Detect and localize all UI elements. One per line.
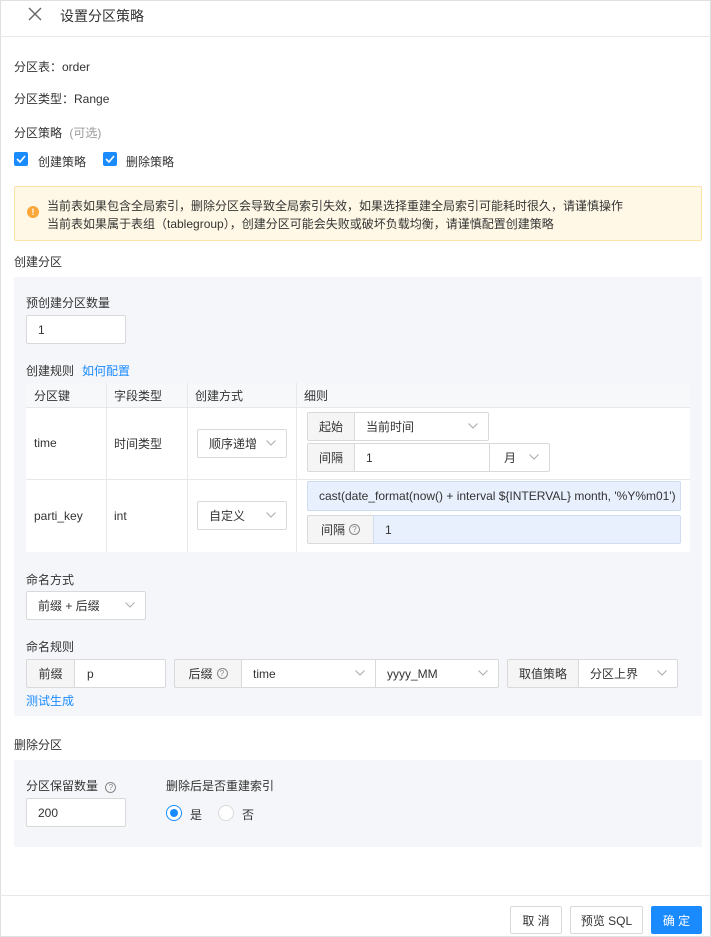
delete-strategy-checkbox[interactable] xyxy=(103,152,117,166)
keep-count-label: 分区保留数量 ? xyxy=(26,777,117,794)
row-time-type: 时间类型 xyxy=(114,436,163,451)
prefix-addon: 前缀 xyxy=(26,659,75,688)
naming-mode-select[interactable]: 前缀 + 后缀 xyxy=(26,591,146,620)
row-parti-type: int xyxy=(114,509,127,523)
value-strategy-value: 分区上界 xyxy=(590,667,639,681)
test-generate-link[interactable]: 测试生成 xyxy=(26,692,74,709)
chevron-down-icon xyxy=(266,439,276,446)
suffix-field-value: time xyxy=(253,666,276,681)
rebuild-no-label[interactable]: 否 xyxy=(242,806,254,823)
column-header: 创建方式 xyxy=(187,383,296,407)
naming-rule-label: 命名规则 xyxy=(26,640,75,654)
parti-interval-input[interactable]: 1 xyxy=(373,515,681,544)
partition-table-label: 分区表：order xyxy=(14,60,91,74)
interval-unit-select[interactable]: 月 xyxy=(489,443,550,472)
chevron-down-icon xyxy=(657,669,667,676)
rebuild-yes-label[interactable]: 是 xyxy=(190,806,202,823)
column-header: 细则 xyxy=(296,383,690,407)
keep-count-input[interactable]: 200 xyxy=(26,798,126,827)
start-addon: 起始 xyxy=(307,412,355,441)
row-time-key: time xyxy=(34,436,57,450)
create-rules-table: 分区键 字段类型 创建方式 细则 time 时间类型 顺序递增 起始 当前时间 … xyxy=(26,383,690,552)
partition-type-label: 分区类型：Range xyxy=(14,92,110,106)
suffix-addon: 后缀 ? xyxy=(174,659,242,688)
keep-count-text: 分区保留数量 xyxy=(26,779,99,793)
value-strategy-select[interactable]: 分区上界 xyxy=(578,659,678,688)
suffix-label: 后缀 xyxy=(188,667,213,681)
header-divider xyxy=(0,36,711,37)
alert-line-2: 当前表如果属于表组（tablegroup），创建分区可能会失败或破坏负载均衡，请… xyxy=(47,217,554,231)
warning-alert: ! 当前表如果包含全局索引，删除分区会导致全局索引失效，如果选择重建全局索引可能… xyxy=(14,186,702,241)
naming-mode-value: 前缀 + 后缀 xyxy=(38,599,100,613)
interval-addon: 间隔 xyxy=(307,443,355,472)
check-icon xyxy=(16,155,26,164)
parti-method-select[interactable]: 自定义 xyxy=(197,501,287,530)
column-header: 字段类型 xyxy=(106,383,187,407)
parti-method-value: 自定义 xyxy=(209,509,246,523)
delete-strategy-label[interactable]: 删除策略 xyxy=(126,153,174,170)
precreate-count-input[interactable]: 1 xyxy=(26,315,126,344)
start-value: 当前时间 xyxy=(366,420,415,434)
rebuild-index-label: 删除后是否重建索引 xyxy=(166,779,275,793)
parti-interval-label: 间隔 xyxy=(320,523,345,537)
create-section-title: 创建分区 xyxy=(14,255,63,269)
strategy-title: 分区策略 xyxy=(14,126,63,140)
delete-section-title: 删除分区 xyxy=(14,738,63,752)
chevron-down-icon xyxy=(266,511,276,518)
naming-mode-label: 命名方式 xyxy=(26,573,75,587)
alert-line-1: 当前表如果包含全局索引，删除分区会导致全局索引失效，如果选择重建全局索引可能耗时… xyxy=(47,199,624,213)
help-icon[interactable]: ? xyxy=(216,668,228,679)
row-parti-key: parti_key xyxy=(34,509,83,523)
precreate-label: 预创建分区数量 xyxy=(26,296,111,310)
suffix-format-select[interactable]: yyyy_MM xyxy=(375,659,499,688)
create-strategy-label[interactable]: 创建策略 xyxy=(38,153,86,170)
check-icon xyxy=(105,155,115,164)
value-strategy-addon: 取值策略 xyxy=(507,659,579,688)
create-rule-label: 创建规则 xyxy=(26,364,75,378)
rebuild-yes-radio[interactable] xyxy=(166,805,182,821)
footer-divider xyxy=(0,895,711,896)
how-to-configure-link[interactable]: 如何配置 xyxy=(82,362,130,379)
column-divider xyxy=(187,383,188,552)
rebuild-no-radio[interactable] xyxy=(218,805,234,821)
strategy-optional: (可选) xyxy=(69,126,102,140)
warning-icon: ! xyxy=(27,206,39,218)
start-select[interactable]: 当前时间 xyxy=(354,412,489,441)
time-method-value: 顺序递增 xyxy=(209,437,258,451)
interval-unit-value: 月 xyxy=(504,451,517,465)
chevron-down-icon xyxy=(125,601,135,608)
parti-interval-addon: 间隔 ? xyxy=(307,515,374,544)
help-icon[interactable]: ? xyxy=(349,524,360,535)
column-divider xyxy=(296,383,297,552)
time-method-select[interactable]: 顺序递增 xyxy=(197,429,287,458)
prefix-input[interactable]: p xyxy=(74,659,166,688)
cancel-button[interactable]: 取 消 xyxy=(510,906,562,934)
column-header: 分区键 xyxy=(26,383,106,407)
dialog-title: 设置分区策略 xyxy=(60,8,144,24)
close-icon[interactable] xyxy=(26,5,44,23)
create-strategy-checkbox[interactable] xyxy=(14,152,28,166)
time-interval-input[interactable]: 1 xyxy=(354,443,490,472)
strategy-label: 分区策略 (可选) xyxy=(14,124,101,141)
chevron-down-icon xyxy=(355,669,365,676)
help-icon[interactable]: ? xyxy=(105,782,117,793)
suffix-format-value: yyyy_MM xyxy=(387,666,438,681)
chevron-down-icon xyxy=(468,422,478,429)
preview-sql-button[interactable]: 预览 SQL xyxy=(570,906,643,934)
expression-input[interactable]: cast(date_format(now() + interval ${INTE… xyxy=(307,481,681,511)
confirm-button[interactable]: 确 定 xyxy=(651,906,702,934)
suffix-field-select[interactable]: time xyxy=(241,659,376,688)
chevron-down-icon xyxy=(478,669,488,676)
chevron-down-icon xyxy=(529,453,539,460)
